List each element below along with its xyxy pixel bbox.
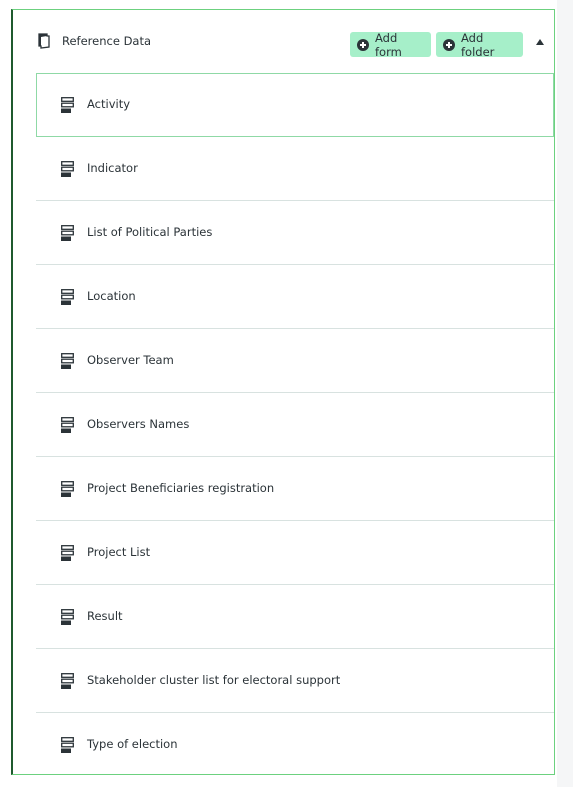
plus-circle-icon <box>443 38 455 51</box>
add-form-label: Add form <box>375 30 402 59</box>
form-label: List of Political Parties <box>87 225 213 239</box>
form-list-item[interactable]: Indicator <box>36 137 554 201</box>
form-list-item[interactable]: Project List <box>36 521 554 585</box>
form-label: Project Beneficiaries registration <box>87 481 275 495</box>
form-label: Stakeholder cluster list for electoral s… <box>87 673 341 687</box>
folder-icon <box>38 33 50 49</box>
folder-header[interactable]: Reference Data Add form Add folder <box>13 10 554 73</box>
add-form-button[interactable]: Add form <box>350 30 431 59</box>
form-list-item[interactable]: Stakeholder cluster list for electoral s… <box>36 649 554 713</box>
add-folder-label: Add folder <box>461 30 495 59</box>
form-label: Observers Names <box>87 417 190 431</box>
form-label: Type of election <box>87 737 178 751</box>
form-icon <box>61 417 74 433</box>
add-folder-button[interactable]: Add folder <box>436 30 523 59</box>
form-label: Indicator <box>87 161 138 175</box>
form-icon <box>61 673 74 689</box>
form-label: Result <box>87 609 123 623</box>
form-list-item[interactable]: Type of election <box>36 713 554 777</box>
form-icon <box>61 97 74 113</box>
form-list-item[interactable]: Project Beneficiaries registration <box>36 457 554 521</box>
folder-title: Reference Data <box>62 34 152 48</box>
form-icon <box>61 737 74 753</box>
form-icon <box>61 545 74 561</box>
form-list-item[interactable]: Observers Names <box>36 393 554 457</box>
form-list-item[interactable]: Result <box>36 585 554 649</box>
form-list-item[interactable]: List of Political Parties <box>36 201 554 265</box>
form-list: Activity Indicator List of Political Par… <box>36 73 554 777</box>
caret-up-icon[interactable] <box>536 39 544 45</box>
form-icon <box>61 289 74 305</box>
form-icon <box>61 353 74 369</box>
form-list-item[interactable]: Observer Team <box>36 329 554 393</box>
folder-panel: Reference Data Add form Add folder Activ… <box>11 9 555 775</box>
scroll-gutter <box>557 0 573 787</box>
form-label: Location <box>87 289 136 303</box>
plus-circle-icon <box>357 38 369 51</box>
form-icon <box>61 481 74 497</box>
form-label: Project List <box>87 545 151 559</box>
form-label: Observer Team <box>87 353 174 367</box>
form-icon <box>61 609 74 625</box>
form-label: Activity <box>87 97 131 111</box>
form-icon <box>61 161 74 177</box>
form-icon <box>61 225 74 241</box>
form-list-item[interactable]: Activity <box>36 73 554 137</box>
form-list-item[interactable]: Location <box>36 265 554 329</box>
